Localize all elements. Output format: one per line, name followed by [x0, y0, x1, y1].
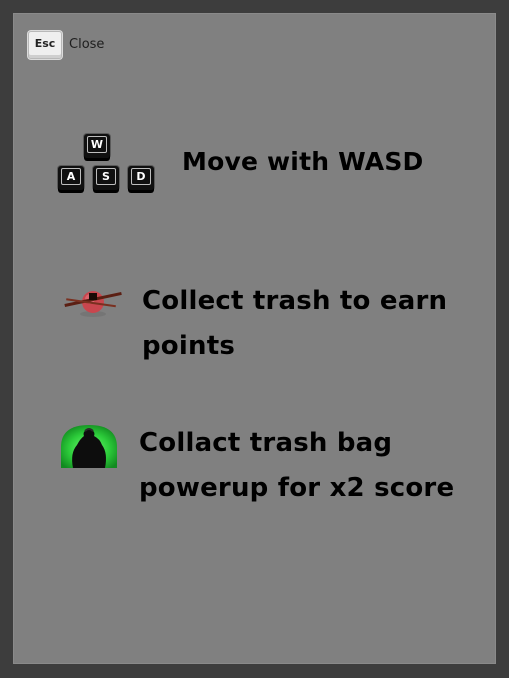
a-key-label: A — [61, 168, 81, 185]
close-label[interactable]: Close — [69, 37, 104, 52]
move-instruction: Move with WASD — [182, 147, 424, 176]
trash-bag-powerup-icon — [61, 425, 117, 468]
w-key-icon: W — [84, 134, 110, 158]
a-key-icon: A — [58, 166, 84, 190]
powerup-instruction: Collact trash bag powerup for x2 score — [139, 428, 455, 503]
esc-close-button[interactable]: Esc — [28, 31, 62, 59]
w-key-label: W — [87, 136, 107, 153]
d-key-icon: D — [128, 166, 154, 190]
collect-instruction: Collect trash to earn points — [142, 286, 448, 361]
s-key-icon: S — [93, 166, 119, 190]
trash-item-icon — [64, 291, 122, 317]
game-overlay: Esc Close W A S D Move with WASD Collect… — [0, 0, 509, 678]
s-key-label: S — [96, 168, 116, 185]
d-key-label: D — [131, 168, 151, 185]
instructions-panel: Esc Close W A S D Move with WASD Collect… — [13, 13, 496, 664]
